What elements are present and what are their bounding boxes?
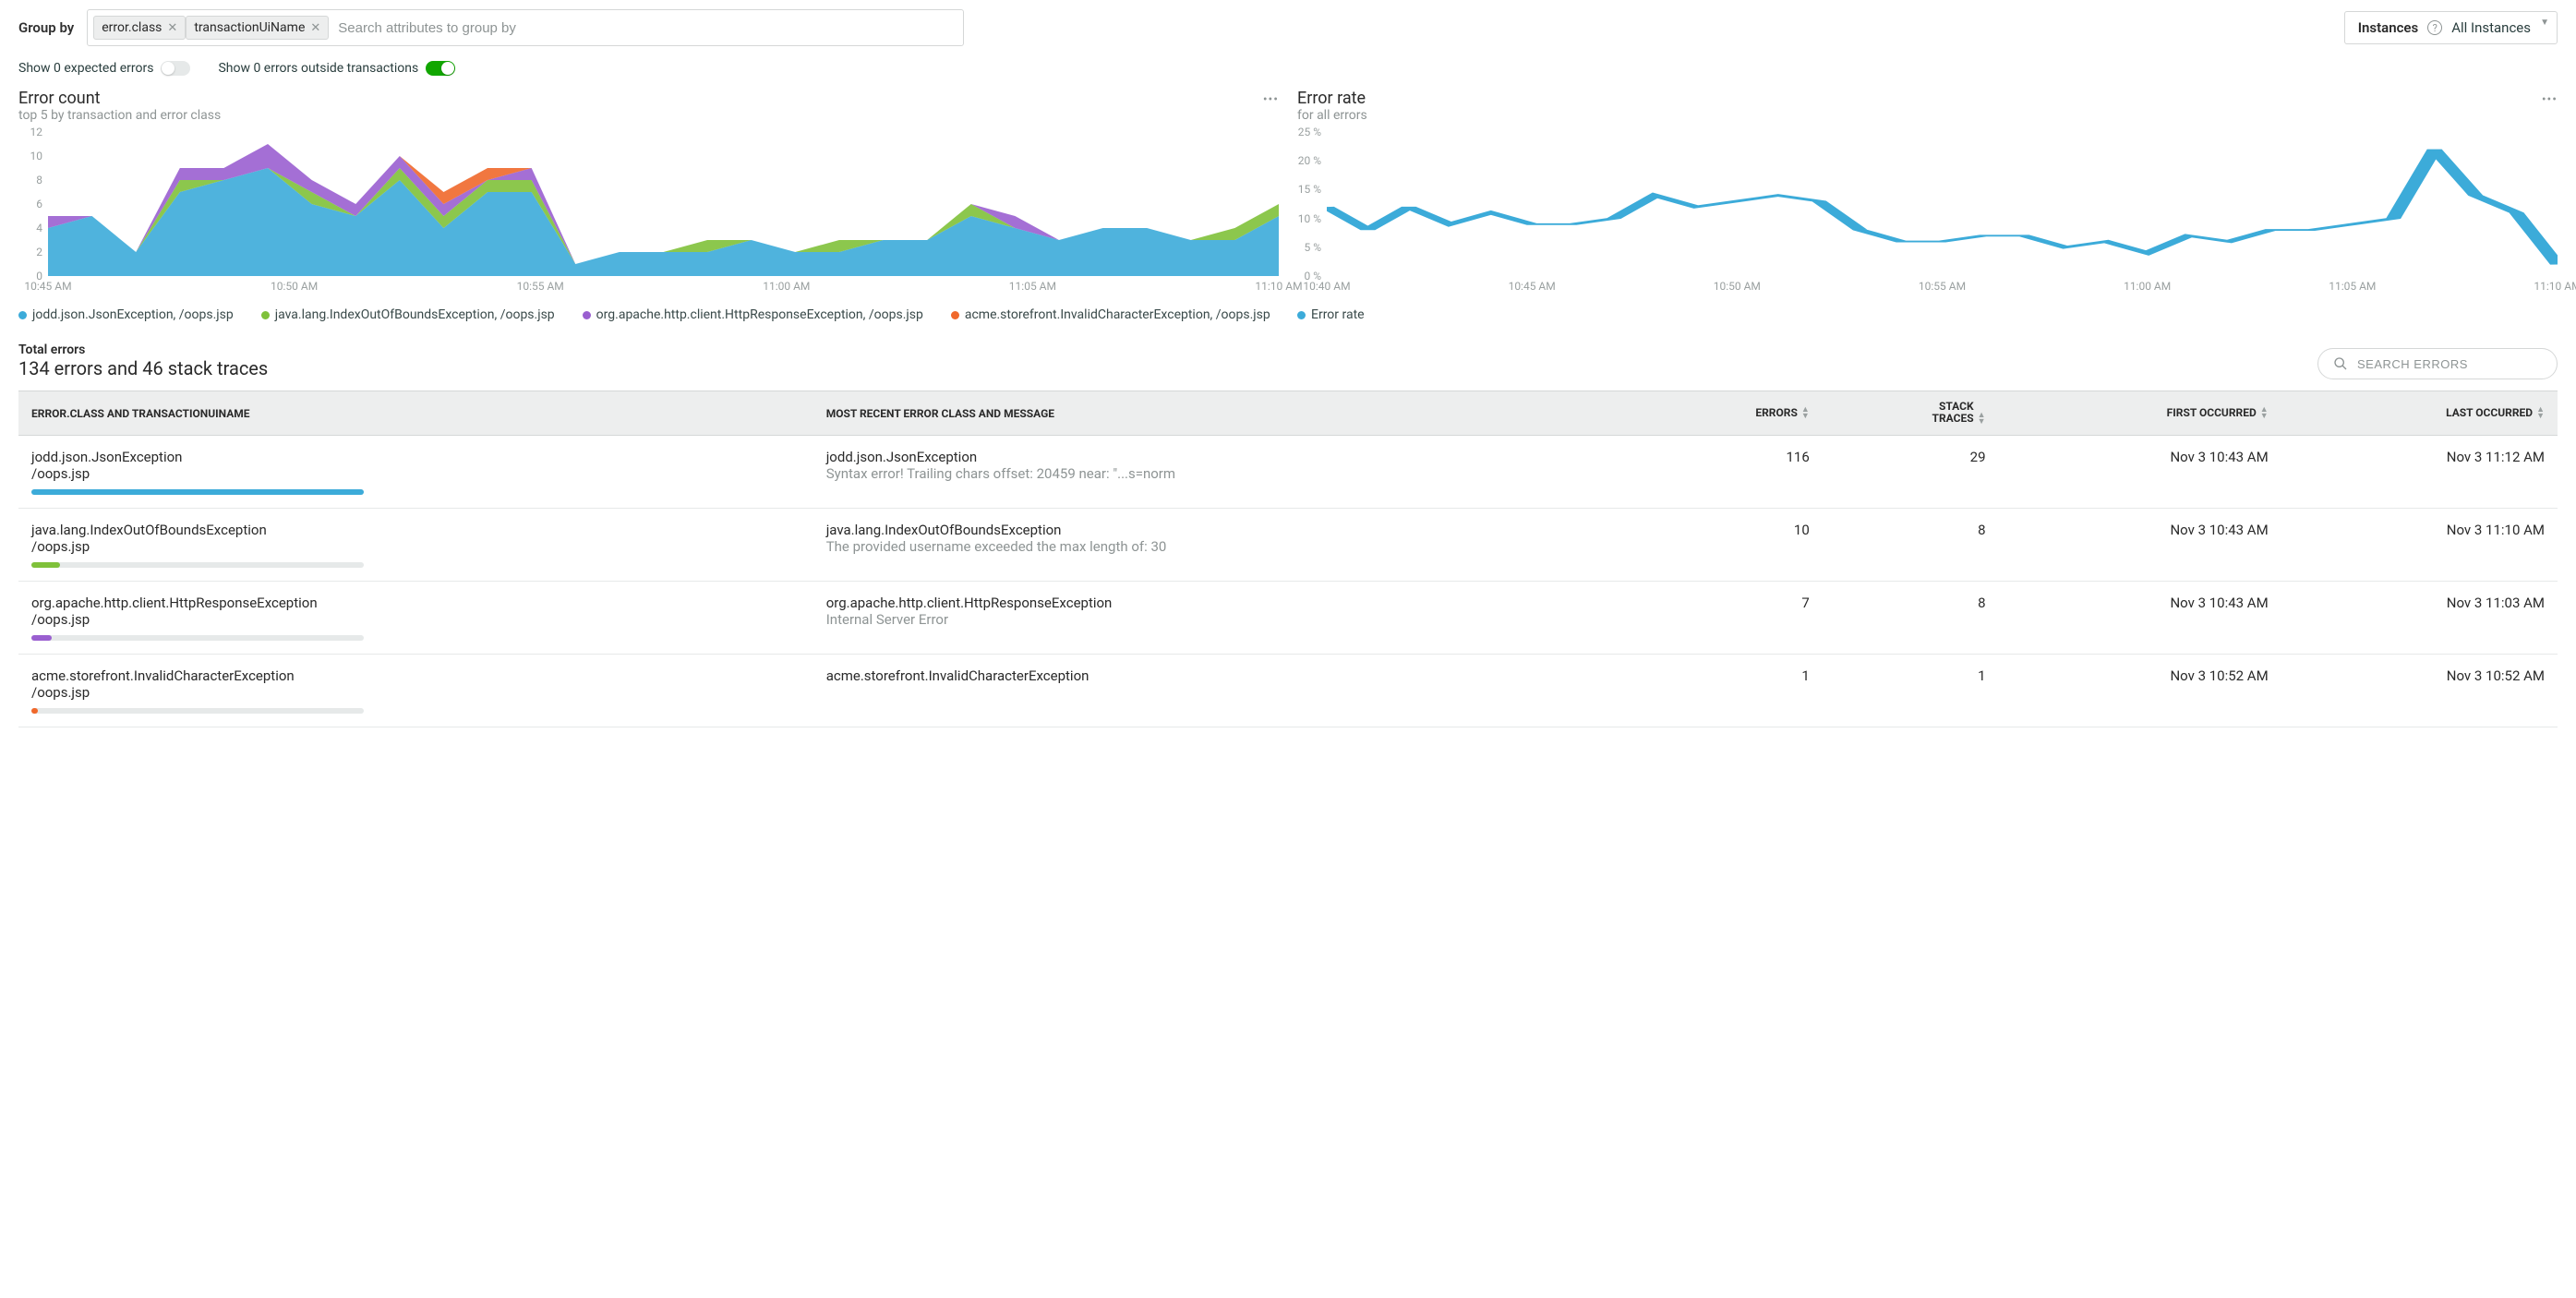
- sort-icon: ▲▼: [2536, 407, 2545, 420]
- error-bar: [31, 562, 364, 568]
- legend-dot-icon: [18, 311, 27, 319]
- col-message[interactable]: MOST RECENT ERROR CLASS AND MESSAGE: [813, 391, 1645, 436]
- last-occurred: Nov 3 11:12 AM: [2281, 436, 2558, 509]
- legend-item[interactable]: jodd.json.JsonException, /oops.jsp: [18, 307, 234, 322]
- sort-icon: ▲▼: [1978, 413, 1986, 426]
- toggle-expected-label: Show 0 expected errors: [18, 61, 153, 76]
- message-text: Syntax error! Trailing chars offset: 204…: [826, 465, 1632, 482]
- legend-label: java.lang.IndexOutOfBoundsException, /oo…: [275, 307, 555, 322]
- instances-value: All Instances: [2451, 19, 2531, 36]
- transaction-name: /oops.jsp: [31, 611, 800, 628]
- error-bar: [31, 708, 364, 714]
- chart-title: Error count: [18, 89, 1279, 108]
- errors-count: 10: [1645, 509, 1823, 582]
- help-icon[interactable]: ?: [2427, 20, 2442, 35]
- chart-more-icon[interactable]: •••: [1263, 92, 1279, 107]
- first-occurred: Nov 3 10:43 AM: [1999, 436, 2281, 509]
- chip-label: error.class: [102, 20, 162, 35]
- legend-dot-icon: [951, 311, 959, 319]
- table-row[interactable]: java.lang.IndexOutOfBoundsException /oop…: [18, 509, 2558, 582]
- chart-subtitle: top 5 by transaction and error class: [18, 108, 1279, 123]
- message-text: Internal Server Error: [826, 611, 1632, 628]
- col-first-occurred[interactable]: FIRST OCCURRED▲▼: [1999, 391, 2281, 436]
- sort-icon: ▲▼: [1801, 407, 1810, 420]
- close-icon[interactable]: ✕: [310, 22, 320, 34]
- message-text: The provided username exceeded the max l…: [826, 538, 1632, 555]
- error-rate-chart: ••• Error rate for all errors 0 %5 %10 %…: [1297, 89, 2558, 322]
- search-icon: [2333, 356, 2348, 371]
- errors-count: 116: [1645, 436, 1823, 509]
- transaction-name: /oops.jsp: [31, 538, 800, 555]
- group-by-label: Group by: [18, 19, 74, 36]
- chart-more-icon[interactable]: •••: [2542, 92, 2558, 107]
- error-class: java.lang.IndexOutOfBoundsException: [31, 522, 800, 538]
- col-error-class[interactable]: ERROR.CLASS AND TRANSACTIONUINAME: [18, 391, 813, 436]
- total-errors-label: Total errors: [18, 343, 268, 357]
- legend-item[interactable]: java.lang.IndexOutOfBoundsException, /oo…: [261, 307, 555, 322]
- error-class: org.apache.http.client.HttpResponseExcep…: [31, 595, 800, 611]
- sort-icon: ▲▼: [2260, 407, 2269, 420]
- toggle-outside-label: Show 0 errors outside transactions: [218, 61, 418, 76]
- group-by-chip[interactable]: transactionUiName ✕: [186, 16, 329, 40]
- table-row[interactable]: jodd.json.JsonException /oops.jsp jodd.j…: [18, 436, 2558, 509]
- error-bar: [31, 489, 364, 495]
- first-occurred: Nov 3 10:43 AM: [1999, 509, 2281, 582]
- transaction-name: /oops.jsp: [31, 684, 800, 701]
- last-occurred: Nov 3 11:03 AM: [2281, 582, 2558, 655]
- stack-traces-count: 8: [1823, 509, 1999, 582]
- toggle-expected-errors[interactable]: [161, 61, 190, 76]
- legend-label: acme.storefront.InvalidCharacterExceptio…: [965, 307, 1270, 322]
- legend-item[interactable]: Error rate: [1297, 307, 1365, 322]
- message-class: java.lang.IndexOutOfBoundsException: [826, 522, 1632, 538]
- col-errors[interactable]: ERRORS▲▼: [1645, 391, 1823, 436]
- stack-traces-count: 8: [1823, 582, 1999, 655]
- legend-label: org.apache.http.client.HttpResponseExcep…: [596, 307, 923, 322]
- legend-item[interactable]: org.apache.http.client.HttpResponseExcep…: [583, 307, 923, 322]
- instances-label: Instances: [2358, 19, 2419, 36]
- search-errors-input[interactable]: [2357, 357, 2542, 371]
- instances-dropdown[interactable]: Instances ? All Instances ▼: [2344, 11, 2558, 44]
- transaction-name: /oops.jsp: [31, 465, 800, 482]
- errors-count: 7: [1645, 582, 1823, 655]
- message-class: org.apache.http.client.HttpResponseExcep…: [826, 595, 1632, 611]
- first-occurred: Nov 3 10:52 AM: [1999, 655, 2281, 727]
- group-by-input[interactable]: error.class ✕ transactionUiName ✕: [87, 9, 964, 46]
- chart-subtitle: for all errors: [1297, 108, 2558, 123]
- message-class: jodd.json.JsonException: [826, 449, 1632, 465]
- error-class: acme.storefront.InvalidCharacterExceptio…: [31, 667, 800, 684]
- toggle-outside-transactions[interactable]: [426, 61, 455, 76]
- group-by-text-input[interactable]: [334, 17, 957, 40]
- legend-item[interactable]: acme.storefront.InvalidCharacterExceptio…: [951, 307, 1270, 322]
- error-class: jodd.json.JsonException: [31, 449, 800, 465]
- chart-title: Error rate: [1297, 89, 2558, 108]
- col-last-occurred[interactable]: LAST OCCURRED▲▼: [2281, 391, 2558, 436]
- errors-count: 1: [1645, 655, 1823, 727]
- legend-dot-icon: [1297, 311, 1306, 319]
- legend-label: Error rate: [1311, 307, 1365, 322]
- first-occurred: Nov 3 10:43 AM: [1999, 582, 2281, 655]
- search-errors[interactable]: [2317, 348, 2558, 379]
- chip-label: transactionUiName: [194, 20, 305, 35]
- table-row[interactable]: acme.storefront.InvalidCharacterExceptio…: [18, 655, 2558, 727]
- legend-dot-icon: [261, 311, 270, 319]
- error-bar: [31, 635, 364, 641]
- error-count-chart: ••• Error count top 5 by transaction and…: [18, 89, 1279, 322]
- group-by-chip[interactable]: error.class ✕: [93, 16, 186, 40]
- errors-table: ERROR.CLASS AND TRANSACTIONUINAME MOST R…: [18, 391, 2558, 727]
- message-class: acme.storefront.InvalidCharacterExceptio…: [826, 667, 1632, 684]
- col-stack-traces[interactable]: STACKTRACES▲▼: [1823, 391, 1999, 436]
- total-errors-text: 134 errors and 46 stack traces: [18, 357, 268, 379]
- stack-traces-count: 29: [1823, 436, 1999, 509]
- chevron-down-icon: ▼: [2540, 18, 2549, 28]
- last-occurred: Nov 3 10:52 AM: [2281, 655, 2558, 727]
- table-row[interactable]: org.apache.http.client.HttpResponseExcep…: [18, 582, 2558, 655]
- stack-traces-count: 1: [1823, 655, 1999, 727]
- close-icon[interactable]: ✕: [167, 22, 177, 34]
- last-occurred: Nov 3 11:10 AM: [2281, 509, 2558, 582]
- legend-dot-icon: [583, 311, 591, 319]
- legend-label: jodd.json.JsonException, /oops.jsp: [32, 307, 234, 322]
